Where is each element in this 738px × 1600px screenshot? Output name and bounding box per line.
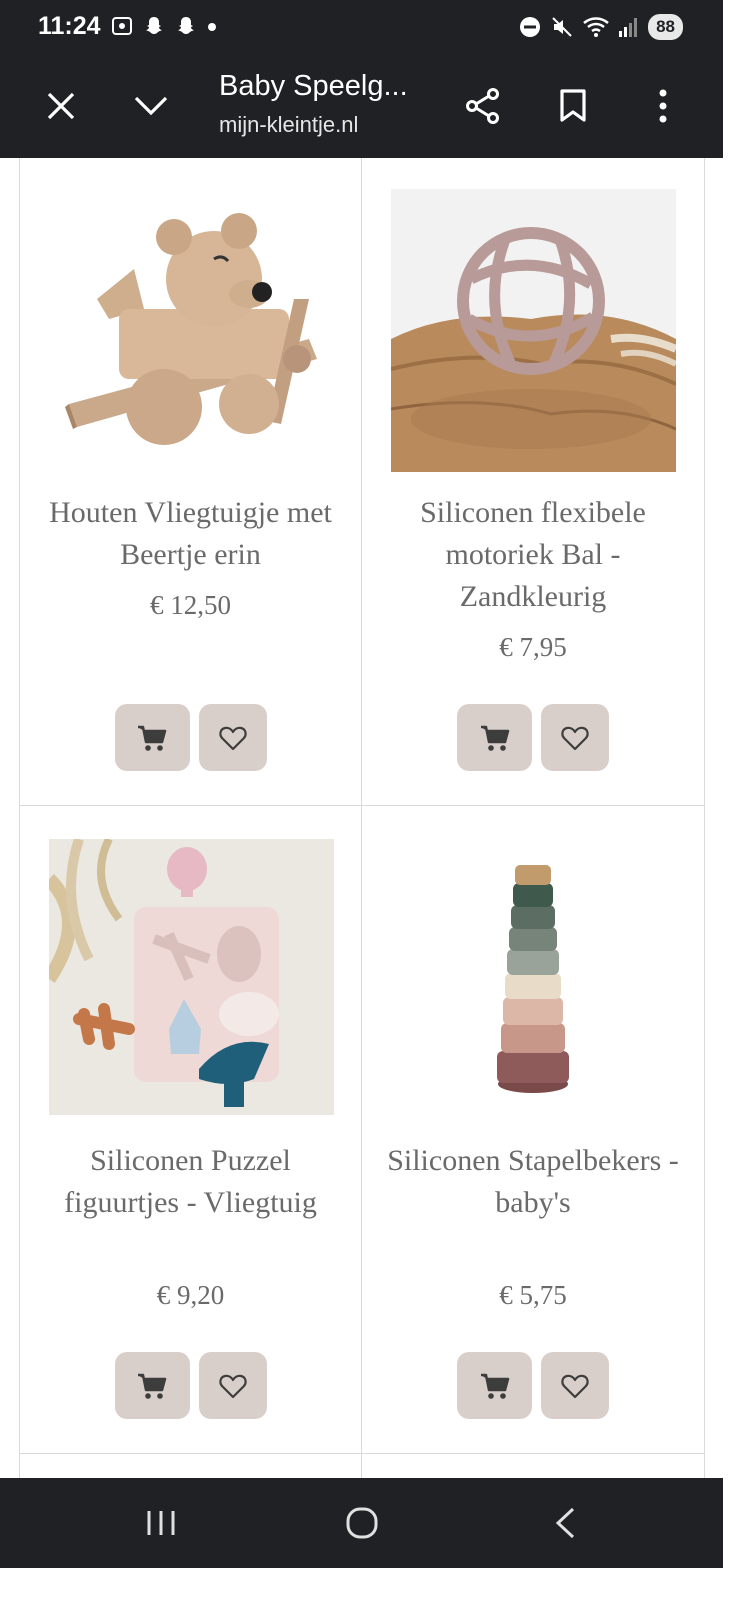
add-to-cart-button[interactable] [114, 1352, 190, 1419]
product-name[interactable]: Siliconen Stapelbekers - baby's [372, 1140, 694, 1224]
signal-icon [619, 18, 638, 37]
product-name[interactable]: Siliconen flexibele motoriek Bal - Zandk… [372, 492, 694, 618]
snapchat-icon [146, 17, 162, 34]
product-card[interactable]: Siliconen Puzzel figuurtjes - Vliegtuig … [19, 806, 362, 1454]
product-name[interactable]: Siliconen Puzzel figuurtjes - Vliegtuig [30, 1140, 351, 1224]
back-icon [555, 1507, 575, 1539]
cart-icon [138, 1373, 167, 1399]
wifi-icon [583, 17, 609, 37]
system-navigation-bar [0, 1478, 723, 1568]
product-image[interactable] [49, 839, 334, 1115]
mute-icon [552, 17, 572, 37]
add-to-wishlist-button[interactable] [198, 704, 267, 771]
stacking-cups-image [391, 839, 676, 1115]
product-price: € 7,95 [499, 632, 567, 662]
product-price: € 5,75 [499, 1280, 567, 1310]
product-image[interactable] [391, 189, 676, 472]
product-name[interactable]: Houten Vliegtuigje met Beertje erin [30, 492, 351, 576]
add-to-cart-button[interactable] [457, 704, 532, 771]
home-button[interactable] [332, 1500, 392, 1546]
silicone-puzzle-image [49, 839, 334, 1115]
system-icons: 88 [518, 14, 683, 40]
add-to-wishlist-button[interactable] [541, 704, 609, 771]
home-icon [346, 1507, 378, 1539]
add-to-wishlist-button[interactable] [541, 1352, 609, 1419]
product-actions [362, 704, 704, 771]
wooden-airplane-bear-image [49, 189, 334, 472]
cart-icon [480, 1373, 509, 1399]
product-card[interactable] [362, 1454, 705, 1478]
recent-apps-button[interactable] [131, 1500, 191, 1546]
heart-icon [561, 1374, 589, 1398]
product-card[interactable]: Siliconen Stapelbekers - baby's € 5,75 [362, 806, 705, 1454]
more-vert-icon [659, 89, 667, 123]
product-image[interactable] [49, 189, 334, 472]
page-domain: mijn-kleintje.nl [219, 112, 359, 137]
screenshot-icon [112, 17, 132, 35]
heart-icon [218, 1374, 247, 1398]
notification-icons [110, 14, 218, 38]
heart-icon [218, 726, 247, 750]
add-to-wishlist-button[interactable] [198, 1352, 267, 1419]
share-icon [466, 88, 499, 124]
more-options-button[interactable] [635, 78, 691, 134]
cart-icon [480, 725, 509, 751]
page-content: Houten Vliegtuigje met Beertje erin € 12… [0, 158, 723, 1478]
back-button[interactable] [535, 1500, 595, 1546]
close-button[interactable] [33, 78, 89, 134]
product-price: € 9,20 [156, 1280, 225, 1310]
bookmark-icon [560, 89, 586, 122]
status-bar: 11:24 88 [0, 0, 723, 56]
status-time: 11:24 [38, 12, 101, 40]
chevron-down-icon [134, 96, 168, 116]
do-not-disturb-icon [520, 17, 541, 37]
product-actions [362, 1352, 704, 1419]
product-actions [20, 1352, 361, 1419]
add-to-cart-button[interactable] [457, 1352, 532, 1419]
browser-toolbar: Baby Speelg... mijn-kleintje.nl [0, 56, 723, 158]
snapchat-icon [178, 17, 194, 34]
product-card[interactable]: Houten Vliegtuigje met Beertje erin € 12… [19, 158, 362, 806]
cart-icon [138, 725, 167, 751]
product-card[interactable] [19, 1454, 362, 1478]
recent-apps-icon [147, 1511, 175, 1535]
page-title: Baby Speelg... [219, 70, 408, 102]
product-card[interactable]: Siliconen flexibele motoriek Bal - Zandk… [362, 158, 705, 806]
silicone-ball-image [391, 189, 676, 472]
add-to-cart-button[interactable] [114, 704, 190, 771]
product-price: € 12,50 [150, 590, 231, 620]
bookmark-button[interactable] [545, 78, 601, 134]
heart-icon [561, 726, 589, 750]
collapse-button[interactable] [123, 78, 179, 134]
share-button[interactable] [455, 78, 511, 134]
battery-indicator: 88 [648, 14, 683, 40]
close-icon [47, 92, 75, 120]
dot-icon [208, 23, 216, 31]
product-image[interactable] [391, 839, 676, 1115]
product-actions [20, 704, 361, 771]
